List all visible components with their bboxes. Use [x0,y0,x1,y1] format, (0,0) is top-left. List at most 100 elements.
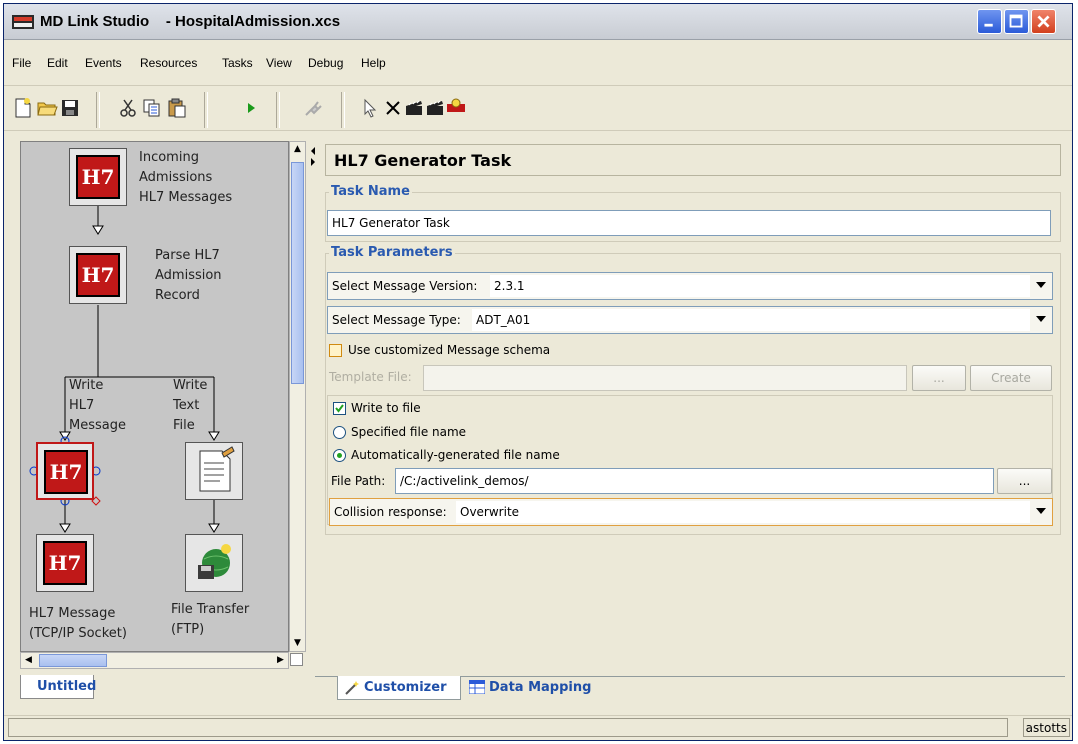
message-version-label: Select Message Version: [332,279,478,293]
workflow-node-ftp[interactable] [185,534,243,592]
menu-help[interactable]: Help [361,56,386,70]
collision-response-select[interactable]: Collision response: Overwrite [329,498,1053,526]
toolbar-separator [276,92,280,128]
close-icon [1037,15,1050,28]
tab-data-mapping[interactable]: Data Mapping [465,676,605,700]
maximize-button[interactable] [1004,9,1029,34]
run-icon[interactable] [240,97,262,119]
paste-icon[interactable] [166,97,188,119]
write-to-file-label: Write to file [351,401,421,415]
toolbar-separator [96,92,100,128]
menu-tasks[interactable]: Tasks [222,56,253,70]
canvas-vertical-scrollbar[interactable]: ▲ ▼ [289,141,306,652]
node-label-incoming: Incoming Admissions HL7 Messages [139,150,233,205]
custom-schema-checkbox[interactable] [329,344,342,357]
toolbar-separator [204,92,208,128]
cut-icon[interactable] [117,97,139,119]
workflow-node-tcp-socket[interactable]: H7 [36,534,94,592]
scroll-left-icon[interactable]: ◀ [21,653,36,668]
hl7-icon: H7 [76,253,120,297]
write-to-file-checkbox[interactable] [333,402,346,415]
task-name-group-label: Task Name [329,184,412,199]
task-properties-panel: HL7 Generator Task Task Name HL7 Generat… [315,138,1065,700]
auto-file-radio[interactable] [333,449,346,462]
message-version-select[interactable]: Select Message Version: 2.3.1 [327,272,1053,300]
menu-debug[interactable]: Debug [308,56,343,70]
file-path-browse-button[interactable]: ... [997,468,1052,494]
custom-schema-label: Use customized Message schema [348,343,551,357]
window-title: MD Link Studio - HospitalAdmission.xcs [40,13,341,30]
workflow-panel: H7 Incoming Admissions HL7 Messages H7 P… [10,138,310,699]
menu-file[interactable]: File [12,56,31,70]
message-type-label: Select Message Type: [332,313,461,327]
scroll-down-icon[interactable]: ▼ [290,636,305,651]
scroll-up-icon[interactable]: ▲ [290,142,305,157]
connector-icon[interactable] [445,97,467,119]
file-path-input[interactable]: /C:/activelink_demos/ [395,468,994,494]
workflow-canvas[interactable]: H7 Incoming Admissions HL7 Messages H7 P… [20,141,289,652]
vertical-scroll-thumb[interactable] [291,162,304,384]
toolbar-separator [341,92,345,128]
hl7-icon: H7 [44,450,88,494]
task-header-title: HL7 Generator Task [334,151,512,170]
file-path-label: File Path: [331,474,386,488]
hl7-icon: H7 [43,541,87,585]
tab-data-mapping-label: Data Mapping [489,680,592,695]
menu-events[interactable]: Events [85,56,122,70]
close-button[interactable] [1031,9,1056,34]
delete-icon[interactable] [382,97,404,119]
text-document-icon [199,446,235,492]
canvas-horizontal-scrollbar[interactable]: ◀ ▶ [20,652,289,669]
branch-label-right: Write Text File [173,378,208,433]
clapper-2-icon[interactable] [424,97,446,119]
task-header: HL7 Generator Task [325,144,1061,176]
pointer-icon[interactable] [359,97,381,119]
left-tab-bar: Untitled [10,675,310,701]
copy-icon[interactable] [141,97,163,119]
maximize-icon [1009,14,1023,28]
open-folder-icon[interactable] [36,97,58,119]
clapper-icon[interactable] [403,97,425,119]
collision-response-value: Overwrite [456,501,1030,523]
auto-file-label: Automatically-generated file name [351,448,560,462]
node-label-parse: Parse HL7 Admission Record [155,248,222,303]
workflow-node-parse[interactable]: H7 [69,246,127,304]
radio-dot [337,453,342,458]
tab-customizer[interactable]: Customizer [337,676,461,700]
message-type-value: ADT_A01 [472,309,1030,331]
horizontal-scroll-thumb[interactable] [39,654,107,667]
message-type-select[interactable]: Select Message Type: ADT_A01 [327,306,1053,334]
specified-file-label: Specified file name [351,425,467,439]
workflow-node-incoming[interactable]: H7 [69,148,127,206]
scroll-corner [290,653,303,666]
template-file-input [423,365,907,391]
menu-view[interactable]: View [266,56,292,70]
dropdown-arrow-icon [1036,508,1046,514]
task-params-group-label: Task Parameters [329,245,455,260]
save-icon[interactable] [59,97,81,119]
menu-edit[interactable]: Edit [47,56,68,70]
node-label-ftp: File Transfer (FTP) [171,602,250,637]
new-document-icon[interactable] [12,97,34,119]
minimize-button[interactable] [977,9,1002,34]
toolbar [4,86,1072,131]
hl7-icon: H7 [76,155,120,199]
customizer-tab-bar: Customizer Data Mapping [315,676,1065,702]
plug-icon[interactable] [301,97,323,119]
menu-resources[interactable]: Resources [140,56,197,70]
tab-untitled[interactable]: Untitled [20,675,96,699]
status-user: astotts [1022,718,1070,737]
status-field [8,718,1008,737]
workflow-node-hl7-writer[interactable]: H7 [36,442,94,500]
create-button: Create [970,365,1052,391]
title-bar: MD Link Studio - HospitalAdmission.xcs [4,4,1072,40]
scroll-right-icon[interactable]: ▶ [273,653,288,668]
checkmark-icon [335,404,344,413]
task-name-input[interactable]: HL7 Generator Task [327,210,1051,236]
tab-customizer-label: Customizer [364,680,447,695]
table-icon [469,680,485,694]
branch-label-left: Write HL7 Message [69,378,126,433]
globe-icon [198,544,231,579]
workflow-node-text-writer[interactable] [185,442,243,500]
specified-file-radio[interactable] [333,426,346,439]
